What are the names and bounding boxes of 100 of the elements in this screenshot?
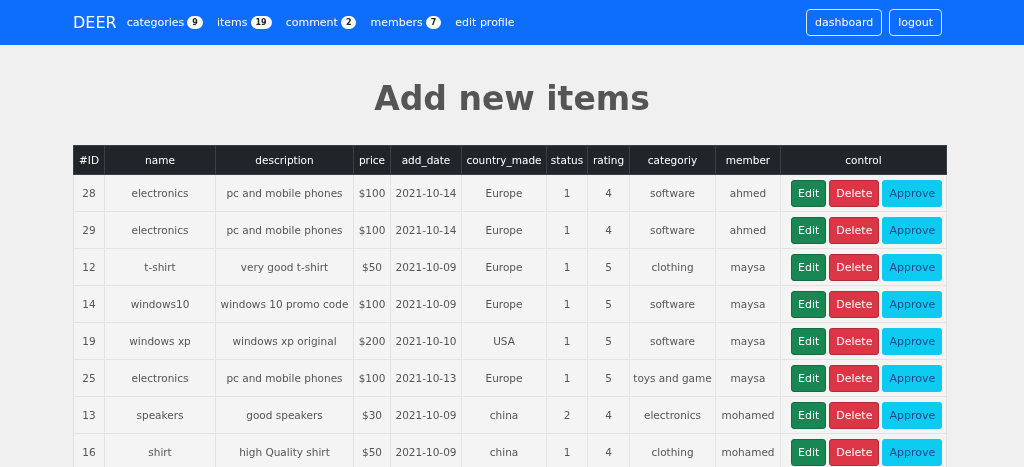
- id-cell: 25: [73, 359, 105, 397]
- country-cell: Europe: [461, 211, 547, 249]
- country-cell: USA: [461, 322, 547, 360]
- member-cell: mohamed: [715, 396, 781, 434]
- nav-button[interactable]: dashboard: [806, 9, 883, 36]
- id-cell: 19: [73, 322, 105, 360]
- count-badge: 2: [340, 16, 357, 29]
- approve-button[interactable]: Approve: [882, 438, 943, 466]
- nav-link[interactable]: categories: [126, 16, 185, 29]
- delete-button[interactable]: Delete: [829, 438, 880, 466]
- id-cell: 13: [73, 396, 105, 434]
- country-cell: china: [461, 396, 547, 434]
- edit-button[interactable]: Edit: [791, 179, 827, 207]
- column-header: #ID: [73, 145, 105, 175]
- rating-cell: 5: [587, 322, 630, 360]
- id-cell: 16: [73, 433, 105, 467]
- edit-button[interactable]: Edit: [791, 438, 827, 466]
- delete-button[interactable]: Delete: [829, 364, 880, 392]
- member-cell: maysa: [715, 285, 781, 323]
- category-cell: software: [629, 174, 716, 212]
- column-header: description: [215, 145, 354, 175]
- price-cell: $200: [353, 322, 391, 360]
- status-cell: 1: [546, 174, 588, 212]
- approve-button[interactable]: Approve: [882, 216, 943, 244]
- edit-button[interactable]: Edit: [791, 364, 827, 392]
- count-badge: 9: [187, 16, 203, 29]
- page-heading: Add new items: [373, 78, 651, 120]
- date-cell: 2021-10-13: [390, 359, 462, 397]
- approve-button[interactable]: Approve: [882, 290, 943, 318]
- column-header: name: [104, 145, 216, 175]
- edit-button[interactable]: Edit: [791, 327, 827, 355]
- approve-button[interactable]: Approve: [882, 364, 943, 392]
- nav-link[interactable]: comment: [285, 16, 338, 29]
- status-cell: 1: [546, 359, 588, 397]
- name-cell: electronics: [104, 211, 216, 249]
- column-header: member: [715, 145, 781, 175]
- member-cell: maysa: [715, 359, 781, 397]
- date-cell: 2021-10-09: [390, 396, 462, 434]
- column-header: rating: [587, 145, 630, 175]
- date-cell: 2021-10-09: [390, 248, 462, 286]
- status-cell: 1: [546, 285, 588, 323]
- category-cell: software: [629, 322, 716, 360]
- delete-button[interactable]: Delete: [829, 290, 880, 318]
- brand-link[interactable]: DEER: [73, 13, 117, 32]
- member-cell: maysa: [715, 322, 781, 360]
- nav-button[interactable]: logout: [889, 9, 942, 36]
- country-cell: Europe: [461, 359, 547, 397]
- country-cell: Europe: [461, 285, 547, 323]
- count-badge: 19: [250, 16, 272, 29]
- date-cell: 2021-10-14: [390, 211, 462, 249]
- nav-link[interactable]: edit profile: [455, 16, 515, 29]
- member-cell: ahmed: [715, 174, 781, 212]
- nav-link[interactable]: items: [216, 16, 248, 29]
- status-cell: 2: [546, 396, 588, 434]
- status-cell: 1: [546, 322, 588, 360]
- description-cell: pc and mobile phones: [215, 359, 354, 397]
- description-cell: pc and mobile phones: [215, 211, 354, 249]
- edit-button[interactable]: Edit: [791, 401, 827, 429]
- delete-button[interactable]: Delete: [829, 179, 880, 207]
- date-cell: 2021-10-09: [390, 285, 462, 323]
- delete-button[interactable]: Delete: [829, 253, 880, 281]
- status-cell: 1: [546, 248, 588, 286]
- description-cell: windows xp original: [215, 322, 354, 360]
- nav-link[interactable]: members: [370, 16, 423, 29]
- approve-button[interactable]: Approve: [882, 327, 943, 355]
- id-cell: 14: [73, 285, 105, 323]
- description-cell: pc and mobile phones: [215, 174, 354, 212]
- edit-button[interactable]: Edit: [791, 290, 827, 318]
- edit-button[interactable]: Edit: [791, 253, 827, 281]
- category-cell: software: [629, 285, 716, 323]
- id-cell: 29: [73, 211, 105, 249]
- category-cell: toys and game: [629, 359, 716, 397]
- rating-cell: 5: [587, 359, 630, 397]
- delete-button[interactable]: Delete: [829, 401, 880, 429]
- price-cell: $100: [353, 174, 391, 212]
- count-badge: 7: [425, 16, 442, 29]
- price-cell: $100: [353, 359, 391, 397]
- column-header: add_date: [390, 145, 462, 175]
- category-cell: electronics: [629, 396, 716, 434]
- category-cell: clothing: [629, 248, 716, 286]
- column-header: status: [546, 145, 588, 175]
- description-cell: very good t-shirt: [215, 248, 354, 286]
- rating-cell: 5: [587, 285, 630, 323]
- price-cell: $100: [353, 285, 391, 323]
- column-header: country_made: [461, 145, 547, 175]
- rating-cell: 4: [587, 174, 630, 212]
- name-cell: speakers: [104, 396, 216, 434]
- id-cell: 12: [73, 248, 105, 286]
- name-cell: electronics: [104, 359, 216, 397]
- name-cell: t-shirt: [104, 248, 216, 286]
- price-cell: $30: [353, 396, 391, 434]
- edit-button[interactable]: Edit: [791, 216, 827, 244]
- delete-button[interactable]: Delete: [829, 216, 880, 244]
- name-cell: electronics: [104, 174, 216, 212]
- member-cell: ahmed: [715, 211, 781, 249]
- approve-button[interactable]: Approve: [882, 401, 943, 429]
- price-cell: $50: [353, 248, 391, 286]
- approve-button[interactable]: Approve: [882, 253, 943, 281]
- approve-button[interactable]: Approve: [882, 179, 943, 207]
- delete-button[interactable]: Delete: [829, 327, 880, 355]
